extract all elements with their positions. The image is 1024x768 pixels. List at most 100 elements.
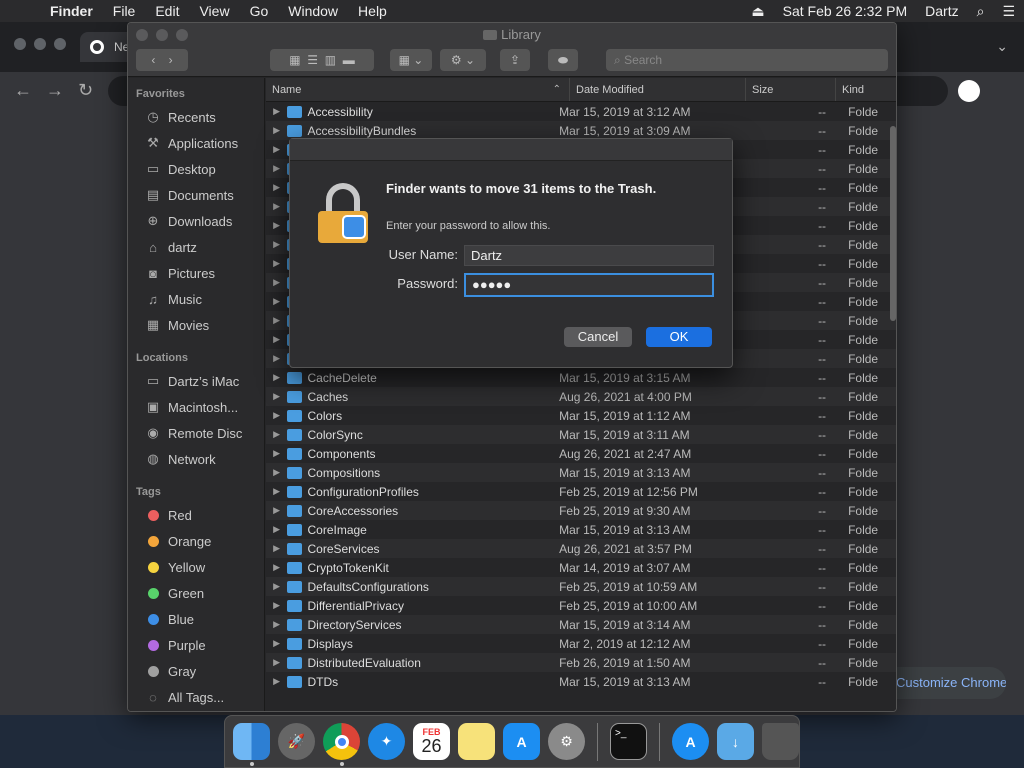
share-icon[interactable]: ⇪ (500, 49, 530, 71)
sidebar-item-remote-disc[interactable]: ◉ Remote Disc (128, 420, 264, 446)
forward-arrow-icon[interactable]: → (46, 80, 64, 101)
sidebar-item-imac[interactable]: ▭ Dartz’s iMac (128, 368, 264, 394)
disclosure-triangle-icon[interactable]: ▶ (266, 410, 287, 421)
sidebar-tag-red[interactable]: Red (128, 502, 264, 528)
safari-compass-icon[interactable]: ✦ (368, 723, 405, 760)
disclosure-triangle-icon[interactable]: ▶ (266, 296, 287, 307)
menu-view[interactable]: View (189, 3, 239, 19)
finder-dock-icon[interactable] (233, 723, 270, 766)
menu-file[interactable]: File (103, 3, 146, 19)
disclosure-triangle-icon[interactable]: ▶ (266, 524, 287, 535)
table-row[interactable]: ▶ CoreImage Mar 15, 2019 at 3:13 AM -- Folde (266, 520, 896, 539)
group-by-button[interactable]: ▦ ⌄ (390, 49, 432, 71)
launchpad-rocket-icon[interactable]: 🚀 (278, 723, 315, 760)
table-row[interactable]: ▶ CacheDelete Mar 15, 2019 at 3:15 AM -- Fol… (266, 368, 896, 387)
table-row[interactable]: ▶ CoreServices Aug 26, 2021 at 3:57 PM -- Fo… (266, 539, 896, 558)
disclosure-triangle-icon[interactable]: ▶ (266, 277, 287, 288)
sidebar-item-network[interactable]: ◍ Network (128, 446, 264, 472)
disclosure-triangle-icon[interactable]: ▶ (266, 144, 287, 155)
disclosure-triangle-icon[interactable]: ▶ (266, 353, 287, 364)
disclosure-triangle-icon[interactable]: ▶ (266, 619, 287, 630)
back-forward-buttons[interactable]: ‹ › (136, 49, 188, 71)
sidebar-tag-gray[interactable]: Gray (128, 658, 264, 684)
menu-help[interactable]: Help (348, 3, 397, 19)
column-name[interactable]: Name ⌃ (266, 78, 570, 101)
sidebar-item-recents[interactable]: ◷ Recents (128, 104, 264, 130)
terminal-icon[interactable]: >_ (610, 723, 647, 760)
sidebar-item-documents[interactable]: ▤ Documents (128, 182, 264, 208)
action-gear-icon[interactable]: ⚙ ⌄ (440, 49, 486, 71)
notes-icon[interactable] (458, 723, 495, 760)
disclosure-triangle-icon[interactable]: ▶ (266, 562, 287, 573)
calendar-dock-icon[interactable]: FEB 26 (413, 723, 450, 760)
sidebar-tag-purple[interactable]: Purple (128, 632, 264, 658)
username-field[interactable]: Dartz (464, 245, 714, 266)
sidebar-item-desktop[interactable]: ▭ Desktop (128, 156, 264, 182)
disclosure-triangle-icon[interactable]: ▶ (266, 676, 287, 687)
sidebar-item-music[interactable]: ♫ Music (128, 286, 264, 312)
menu-window[interactable]: Window (278, 3, 348, 19)
table-row[interactable]: ▶ DirectoryServices Mar 15, 2019 at 3:14 A… (266, 615, 896, 634)
disclosure-triangle-icon[interactable]: ▶ (266, 486, 287, 497)
table-row[interactable]: ▶ DefaultsConfigurations Feb 25, 2019 at 1… (266, 577, 896, 596)
view-mode-segmented[interactable]: ▦ ☰ ▥ ▬ (270, 49, 374, 71)
chrome-dock-icon[interactable] (323, 723, 360, 766)
reload-icon[interactable]: ↻ (78, 80, 93, 101)
chevron-down-icon[interactable]: ⌄ (996, 38, 1008, 55)
table-row[interactable]: ▶ DTDs Mar 15, 2019 at 3:13 AM -- Folde (266, 672, 896, 691)
table-row[interactable]: ▶ Compositions Mar 15, 2019 at 3:13 AM -- Fo… (266, 463, 896, 482)
sidebar-item-downloads[interactable]: ⊕ Downloads (128, 208, 264, 234)
column-date-modified[interactable]: Date Modified (570, 78, 746, 101)
sidebar-all-tags[interactable]: ◌ All Tags... (128, 684, 264, 710)
disclosure-triangle-icon[interactable]: ▶ (266, 543, 287, 554)
sidebar-tag-yellow[interactable]: Yellow (128, 554, 264, 580)
disclosure-triangle-icon[interactable]: ▶ (266, 600, 287, 611)
sidebar-item-macintosh-hd[interactable]: ▣ Macintosh... (128, 394, 264, 420)
cancel-button[interactable]: Cancel (564, 327, 632, 347)
disclosure-triangle-icon[interactable]: ▶ (266, 391, 287, 402)
table-row[interactable]: ▶ ConfigurationProfiles Feb 25, 2019 at 12… (266, 482, 896, 501)
menubar-user[interactable]: Dartz (916, 3, 967, 19)
applications-folder-icon[interactable]: A (672, 723, 709, 760)
control-center-icon[interactable]: ☰ (993, 3, 1024, 20)
sidebar-item-home[interactable]: ⌂ dartz (128, 234, 264, 260)
menu-go[interactable]: Go (240, 3, 279, 19)
profile-avatar-icon[interactable] (958, 80, 980, 102)
downloads-folder-icon[interactable]: ↓ (717, 723, 754, 760)
disclosure-triangle-icon[interactable]: ▶ (266, 182, 287, 193)
close-window-icon[interactable] (14, 38, 26, 50)
table-row[interactable]: ▶ Caches Aug 26, 2021 at 4:00 PM -- Folde (266, 387, 896, 406)
sidebar-tag-orange[interactable]: Orange (128, 528, 264, 554)
disclosure-triangle-icon[interactable]: ▶ (266, 657, 287, 668)
column-kind[interactable]: Kind (836, 78, 896, 101)
zoom-window-icon[interactable] (54, 38, 66, 50)
disclosure-triangle-icon[interactable]: ▶ (266, 258, 287, 269)
table-row[interactable]: ▶ CryptoTokenKit Mar 14, 2019 at 3:07 AM --… (266, 558, 896, 577)
disclosure-triangle-icon[interactable]: ▶ (266, 106, 287, 117)
disclosure-triangle-icon[interactable]: ▶ (266, 429, 287, 440)
search-input[interactable]: ⌕ Search (606, 49, 888, 71)
table-row[interactable]: ▶ Displays Mar 2, 2019 at 12:12 AM -- Folde (266, 634, 896, 653)
sidebar-item-applications[interactable]: ⚒ Applications (128, 130, 264, 156)
sidebar-tag-blue[interactable]: Blue (128, 606, 264, 632)
disclosure-triangle-icon[interactable]: ▶ (266, 448, 287, 459)
system-preferences-gear-icon[interactable]: ⚙ (548, 723, 585, 760)
menu-finder[interactable]: Finder (40, 3, 103, 19)
password-field[interactable]: ●●●●● (464, 273, 714, 297)
menu-edit[interactable]: Edit (145, 3, 189, 19)
disclosure-triangle-icon[interactable]: ▶ (266, 638, 287, 649)
spotlight-search-icon[interactable]: ⌕ (968, 3, 994, 20)
table-row[interactable]: ▶ Accessibility Mar 15, 2019 at 3:12 AM -- F… (266, 102, 896, 121)
disclosure-triangle-icon[interactable]: ▶ (266, 239, 287, 250)
table-row[interactable]: ▶ ColorSync Mar 15, 2019 at 3:11 AM -- Folde (266, 425, 896, 444)
table-row[interactable]: ▶ Components Aug 26, 2021 at 2:47 AM -- Fold… (266, 444, 896, 463)
disclosure-triangle-icon[interactable]: ▶ (266, 334, 287, 345)
disclosure-triangle-icon[interactable]: ▶ (266, 505, 287, 516)
trash-icon[interactable] (762, 723, 799, 760)
customize-chrome-button[interactable]: Customize Chrome (880, 667, 1006, 699)
sidebar-item-pictures[interactable]: ◙ Pictures (128, 260, 264, 286)
disclosure-triangle-icon[interactable]: ▶ (266, 581, 287, 592)
eject-icon[interactable]: ⏏ (742, 3, 773, 20)
sidebar-tag-green[interactable]: Green (128, 580, 264, 606)
disclosure-triangle-icon[interactable]: ▶ (266, 315, 287, 326)
